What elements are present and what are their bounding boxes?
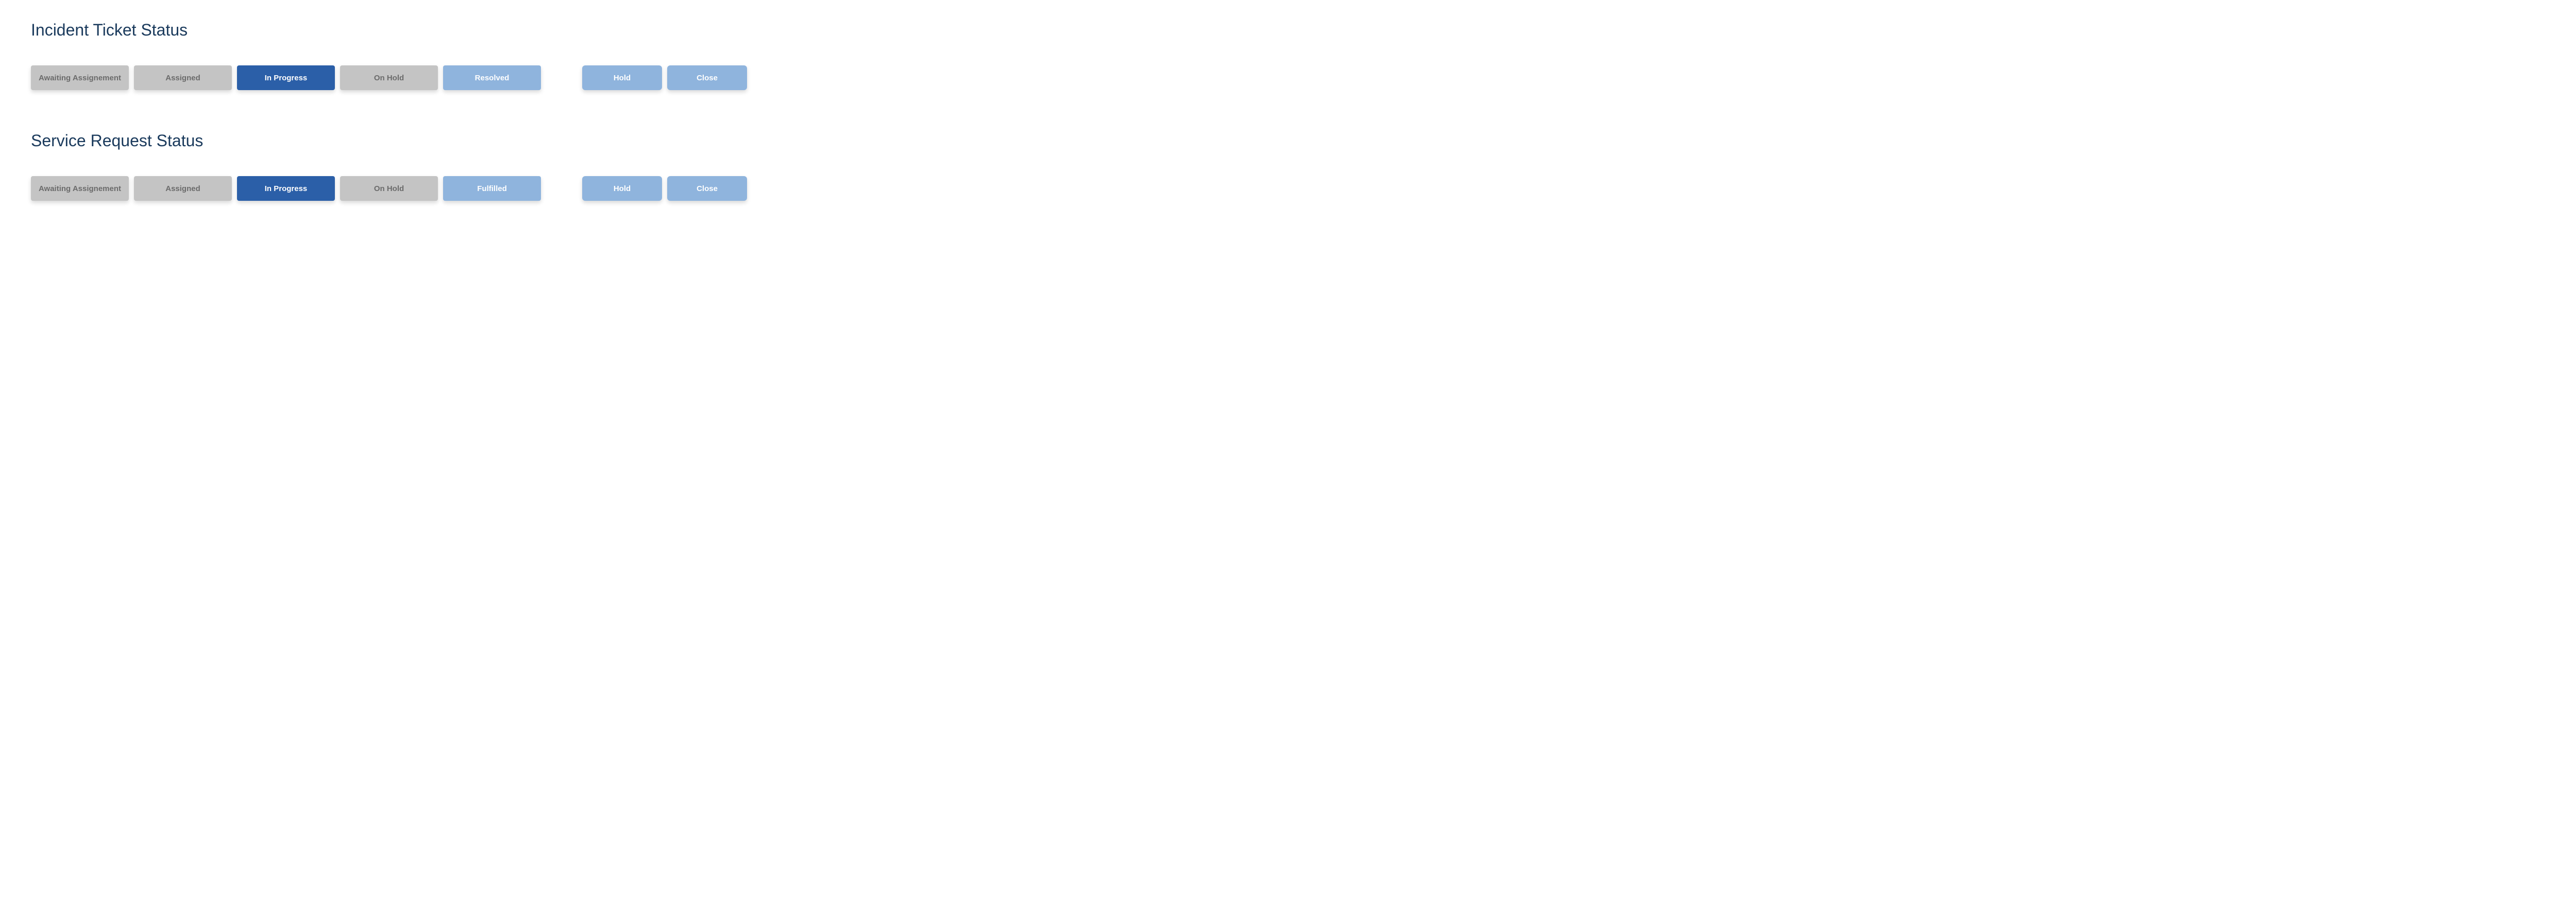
hold-button[interactable]: Hold	[582, 65, 662, 90]
close-button[interactable]: Close	[667, 176, 747, 201]
hold-button[interactable]: Hold	[582, 176, 662, 201]
status-on-hold[interactable]: On Hold	[340, 65, 438, 90]
close-button[interactable]: Close	[667, 65, 747, 90]
status-awaiting-assignment[interactable]: Awaiting Assignement	[31, 176, 129, 201]
status-assigned[interactable]: Assigned	[134, 65, 232, 90]
status-in-progress[interactable]: In Progress	[237, 176, 335, 201]
status-awaiting-assignment[interactable]: Awaiting Assignement	[31, 65, 129, 90]
service-status-row: Awaiting Assignement Assigned In Progres…	[31, 176, 2545, 201]
incident-ticket-section: Incident Ticket Status Awaiting Assignem…	[31, 21, 2545, 90]
status-fulfilled[interactable]: Fulfilled	[443, 176, 541, 201]
status-on-hold[interactable]: On Hold	[340, 176, 438, 201]
status-in-progress[interactable]: In Progress	[237, 65, 335, 90]
incident-ticket-title: Incident Ticket Status	[31, 21, 2545, 40]
incident-status-row: Awaiting Assignement Assigned In Progres…	[31, 65, 2545, 90]
service-request-title: Service Request Status	[31, 131, 2545, 150]
status-assigned[interactable]: Assigned	[134, 176, 232, 201]
status-resolved[interactable]: Resolved	[443, 65, 541, 90]
service-request-section: Service Request Status Awaiting Assignem…	[31, 131, 2545, 201]
